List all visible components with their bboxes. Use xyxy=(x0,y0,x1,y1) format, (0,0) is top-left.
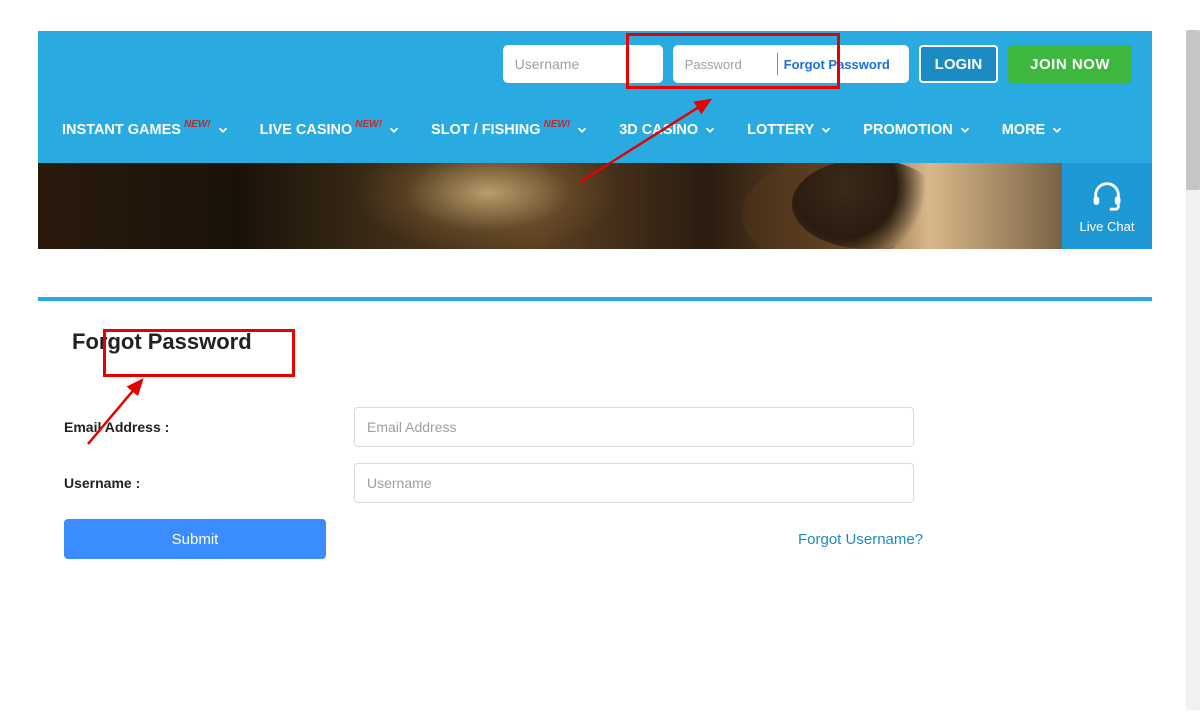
nav-label: LIVE CASINO xyxy=(260,122,353,138)
chevron-down-icon xyxy=(703,123,717,137)
email-label: Email Address : xyxy=(64,419,354,435)
new-badge: NEW! xyxy=(544,119,571,130)
live-chat-button[interactable]: Live Chat xyxy=(1062,163,1152,249)
nav-more[interactable]: MORE xyxy=(1002,122,1065,138)
main-nav: INSTANT GAMES NEW! LIVE CASINO NEW! SLOT… xyxy=(38,97,1152,163)
chevron-down-icon xyxy=(819,123,833,137)
nav-label: SLOT / FISHING xyxy=(431,122,541,138)
password-field-wrap: Forgot Password xyxy=(673,45,909,83)
scrollbar-thumb[interactable] xyxy=(1186,30,1200,190)
nav-3d-casino[interactable]: 3D CASINO xyxy=(619,122,717,138)
form-row-email: Email Address : xyxy=(64,407,1132,447)
chevron-down-icon xyxy=(575,123,589,137)
content-area: Forgot Password Email Address : Username… xyxy=(38,301,1152,559)
form-row-username: Username : xyxy=(64,463,1132,503)
topbar: Forgot Password LOGIN JOIN NOW xyxy=(38,31,1152,97)
username-label: Username : xyxy=(64,475,354,491)
nav-live-casino[interactable]: LIVE CASINO NEW! xyxy=(260,122,401,138)
page-container: Forgot Password LOGIN JOIN NOW INSTANT G… xyxy=(38,31,1152,559)
nav-promotion[interactable]: PROMOTION xyxy=(863,122,971,138)
hero-banner: Live Chat xyxy=(38,163,1152,249)
forgot-password-link[interactable]: Forgot Password xyxy=(784,57,890,72)
nav-label: PROMOTION xyxy=(863,122,952,138)
nav-instant-games[interactable]: INSTANT GAMES NEW! xyxy=(62,122,230,138)
password-input[interactable] xyxy=(685,57,771,72)
nav-label: 3D CASINO xyxy=(619,122,698,138)
submit-button[interactable]: Submit xyxy=(64,519,326,559)
chevron-down-icon xyxy=(387,123,401,137)
page-heading: Forgot Password xyxy=(64,323,260,361)
new-badge: NEW! xyxy=(355,119,382,130)
chevron-down-icon xyxy=(1050,123,1064,137)
chevron-down-icon xyxy=(216,123,230,137)
nav-lottery[interactable]: LOTTERY xyxy=(747,122,833,138)
field-divider xyxy=(777,53,778,75)
forgot-username-link[interactable]: Forgot Username? xyxy=(798,531,923,548)
chevron-down-icon xyxy=(958,123,972,137)
join-now-button[interactable]: JOIN NOW xyxy=(1008,45,1132,83)
nav-slot-fishing[interactable]: SLOT / FISHING NEW! xyxy=(431,122,589,138)
form-actions: Submit Forgot Username? xyxy=(64,519,1132,559)
username-input[interactable] xyxy=(503,45,663,83)
headset-icon xyxy=(1090,178,1124,215)
login-button[interactable]: LOGIN xyxy=(919,45,999,83)
nav-label: MORE xyxy=(1002,122,1046,138)
username-form-input[interactable] xyxy=(354,463,914,503)
email-input[interactable] xyxy=(354,407,914,447)
forgot-password-form: Email Address : Username : Submit Forgot… xyxy=(64,407,1132,559)
new-badge: NEW! xyxy=(184,119,211,130)
nav-label: INSTANT GAMES xyxy=(62,122,181,138)
nav-label: LOTTERY xyxy=(747,122,814,138)
live-chat-label: Live Chat xyxy=(1080,219,1135,234)
